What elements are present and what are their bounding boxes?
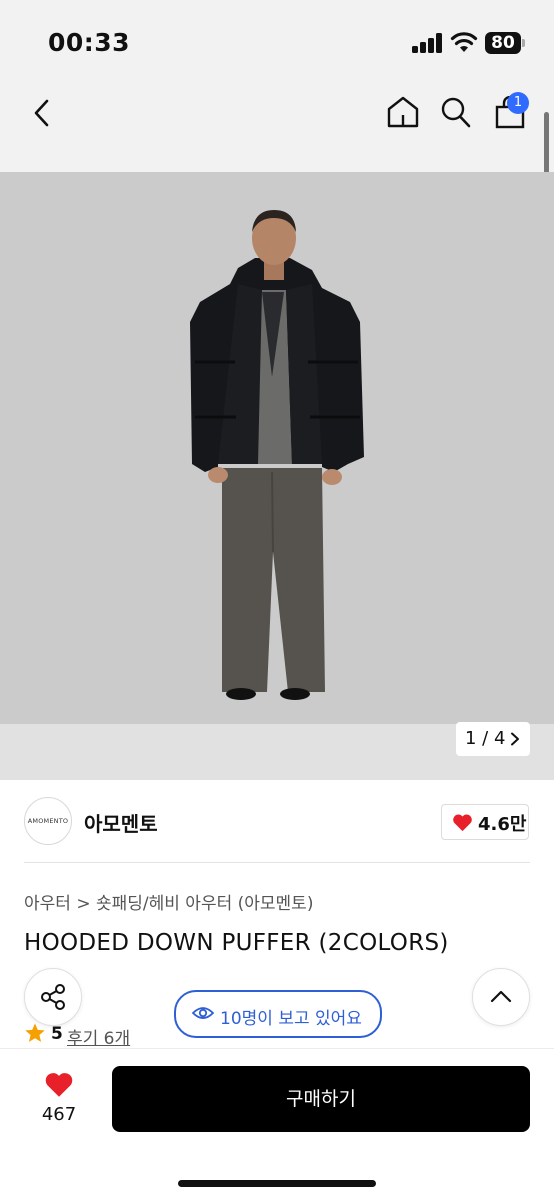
back-arrow-icon[interactable] (30, 98, 54, 128)
search-icon[interactable] (440, 96, 472, 130)
status-bar: 00:33 80 (0, 0, 554, 80)
status-time: 00:33 (48, 28, 131, 57)
cellular-signal-icon (412, 33, 444, 53)
cart-count-badge: 1 (507, 92, 529, 114)
rating-score: 5 (51, 1024, 63, 1044)
brand-like-button[interactable]: 4.6만 (441, 804, 529, 840)
star-icon (25, 1023, 45, 1042)
battery-level: 80 (491, 33, 515, 53)
divider (24, 862, 530, 863)
chevron-up-icon (490, 990, 512, 1003)
chevron-right-icon (511, 732, 519, 746)
battery-icon: 80 (485, 32, 521, 54)
product-title: HOODED DOWN PUFFER (2COLORS) (24, 930, 449, 956)
viewers-text: 10명이 보고 있어요 (220, 1009, 362, 1029)
brand-name[interactable]: 아모멘토 (84, 808, 158, 837)
product-image-gallery[interactable] (0, 172, 554, 780)
home-indicator (178, 1180, 376, 1187)
eye-icon (192, 1007, 214, 1019)
viewers-badge: 10명이 보고 있어요 (174, 990, 382, 1038)
share-icon (41, 984, 65, 1010)
buy-button[interactable]: 구매하기 (112, 1066, 530, 1132)
reviews-link[interactable]: 후기 6개 (67, 1024, 130, 1049)
heart-icon (453, 814, 472, 832)
wifi-icon (450, 32, 478, 52)
share-button[interactable] (24, 968, 82, 1026)
brand-like-count: 4.6만 (478, 814, 527, 835)
image-pager-label: 1 / 4 (465, 728, 506, 749)
model-photo (190, 210, 364, 700)
category-breadcrumb[interactable]: 아우터 > 숏패딩/헤비 아우터 (아모멘토) (24, 889, 313, 914)
wishlist-heart-icon[interactable] (44, 1071, 74, 1098)
battery-tip (522, 39, 525, 47)
wishlist-count: 467 (41, 1104, 77, 1125)
scroll-to-top-button[interactable] (472, 968, 530, 1026)
home-icon[interactable] (386, 95, 420, 129)
image-pager[interactable]: 1 / 4 (456, 722, 530, 756)
brand-logo[interactable]: AMOMENTO (24, 797, 72, 845)
